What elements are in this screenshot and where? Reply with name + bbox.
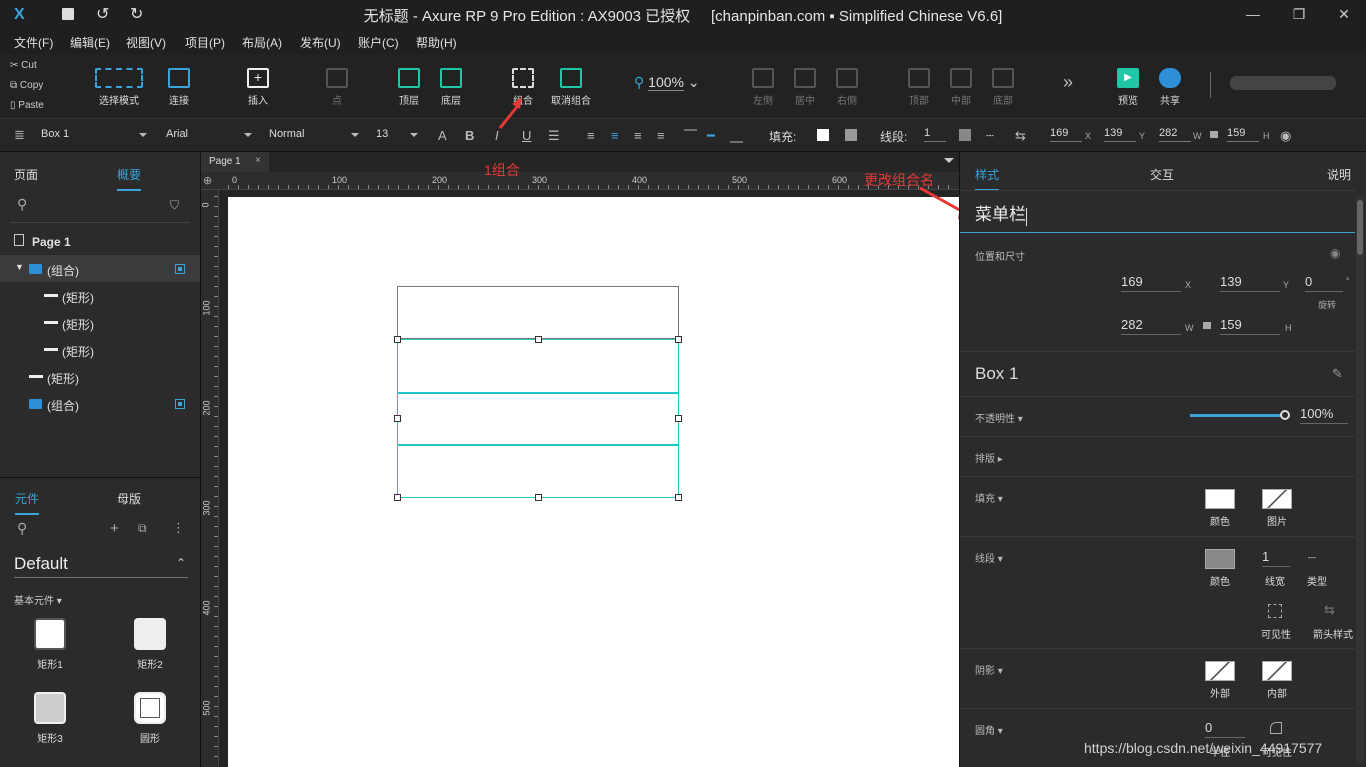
rotation-label: 旋转 — [1318, 300, 1337, 310]
opacity-value[interactable]: 100% — [1300, 406, 1348, 424]
inner-shadow-swatch[interactable] — [1262, 661, 1292, 681]
visibility-box-icon[interactable] — [1268, 604, 1282, 618]
visibility-label: 可见性 — [1261, 630, 1291, 641]
fill-image-label: 图片 — [1267, 517, 1287, 528]
section-divider — [960, 351, 1355, 352]
stroke-type-label: 类型 — [1307, 577, 1327, 588]
outer-shadow-label: 外部 — [1210, 689, 1230, 700]
edit-style-icon[interactable]: ✎ — [1332, 366, 1343, 382]
section-divider — [960, 648, 1355, 649]
w-field-label: W — [1185, 323, 1194, 333]
section-divider — [960, 396, 1355, 397]
style-name[interactable]: Box 1 — [975, 364, 1018, 384]
scrollbar-track[interactable] — [1356, 197, 1364, 762]
fill-color-swatch[interactable] — [1205, 489, 1235, 509]
right-panel: 样式 交互 说明 菜单栏 位置和尺寸 ◉ 169 X 139 Y 0 ° 旋转 … — [959, 152, 1366, 767]
widget-name-input[interactable]: 菜单栏 — [960, 200, 1355, 233]
widget-name-value: 菜单栏 — [975, 205, 1026, 224]
tab-notes[interactable]: 说明 — [1327, 166, 1351, 183]
y-field-label: Y — [1283, 280, 1290, 290]
width-field[interactable]: 282 — [1121, 317, 1181, 335]
rotation-field[interactable]: 0 — [1305, 274, 1343, 292]
height-field[interactable]: 159 — [1220, 317, 1280, 335]
outer-shadow-swatch[interactable] — [1205, 661, 1235, 681]
arrow-style-label: 箭头样式 — [1313, 630, 1353, 641]
fill-section-label[interactable]: 填充 ▾ — [975, 490, 1003, 505]
stroke-color-label: 颜色 — [1210, 577, 1230, 588]
stroke-width-field[interactable]: 1 — [1262, 549, 1290, 567]
section-divider — [960, 536, 1355, 537]
stroke-color-swatch[interactable] — [1205, 549, 1235, 569]
x-field-label: X — [1185, 280, 1192, 290]
pos-size-heading: 位置和尺寸 — [975, 252, 1025, 263]
section-divider — [960, 708, 1355, 709]
radius-field[interactable]: 0 — [1205, 720, 1245, 738]
scrollbar-thumb[interactable] — [1357, 200, 1363, 255]
opacity-slider-thumb[interactable] — [1280, 410, 1290, 420]
x-field[interactable]: 169 — [1121, 274, 1181, 292]
tabs-divider — [960, 190, 1355, 191]
fill-color-label: 颜色 — [1210, 517, 1230, 528]
shadow-section-label[interactable]: 阴影 ▾ — [975, 662, 1003, 677]
stroke-width-label: 线宽 — [1265, 577, 1285, 588]
fill-image-swatch[interactable] — [1262, 489, 1292, 509]
y-field[interactable]: 139 — [1220, 274, 1280, 292]
text-cursor — [1026, 207, 1027, 226]
aspect-lock-icon[interactable] — [1203, 322, 1211, 329]
arrow-style-icon[interactable]: ⇆ — [1324, 602, 1335, 618]
radius-corner-icon[interactable] — [1270, 722, 1282, 734]
h-field-label: H — [1285, 323, 1292, 333]
visibility-eye-icon[interactable]: ◉ — [1330, 246, 1340, 260]
tab-style[interactable]: 样式 — [975, 166, 1000, 191]
opacity-slider[interactable] — [1190, 410, 1290, 420]
section-divider — [960, 436, 1355, 437]
degree-label: ° — [1346, 276, 1350, 286]
radius-section-label[interactable]: 圆角 ▾ — [975, 722, 1003, 737]
inner-shadow-label: 内部 — [1267, 689, 1287, 700]
tab-interactions[interactable]: 交互 — [1150, 166, 1174, 183]
opacity-slider-fill — [1190, 414, 1285, 417]
section-divider — [960, 476, 1355, 477]
stroke-type-icon[interactable]: ┄ — [1308, 550, 1316, 566]
opacity-label[interactable]: 不透明性 ▾ — [975, 410, 1023, 425]
typography-label[interactable]: 排版 ▸ — [975, 450, 1003, 465]
watermark: https://blog.csdn.net/weixin_44917577 — [1084, 740, 1323, 756]
stroke-section-label[interactable]: 线段 ▾ — [975, 550, 1003, 565]
